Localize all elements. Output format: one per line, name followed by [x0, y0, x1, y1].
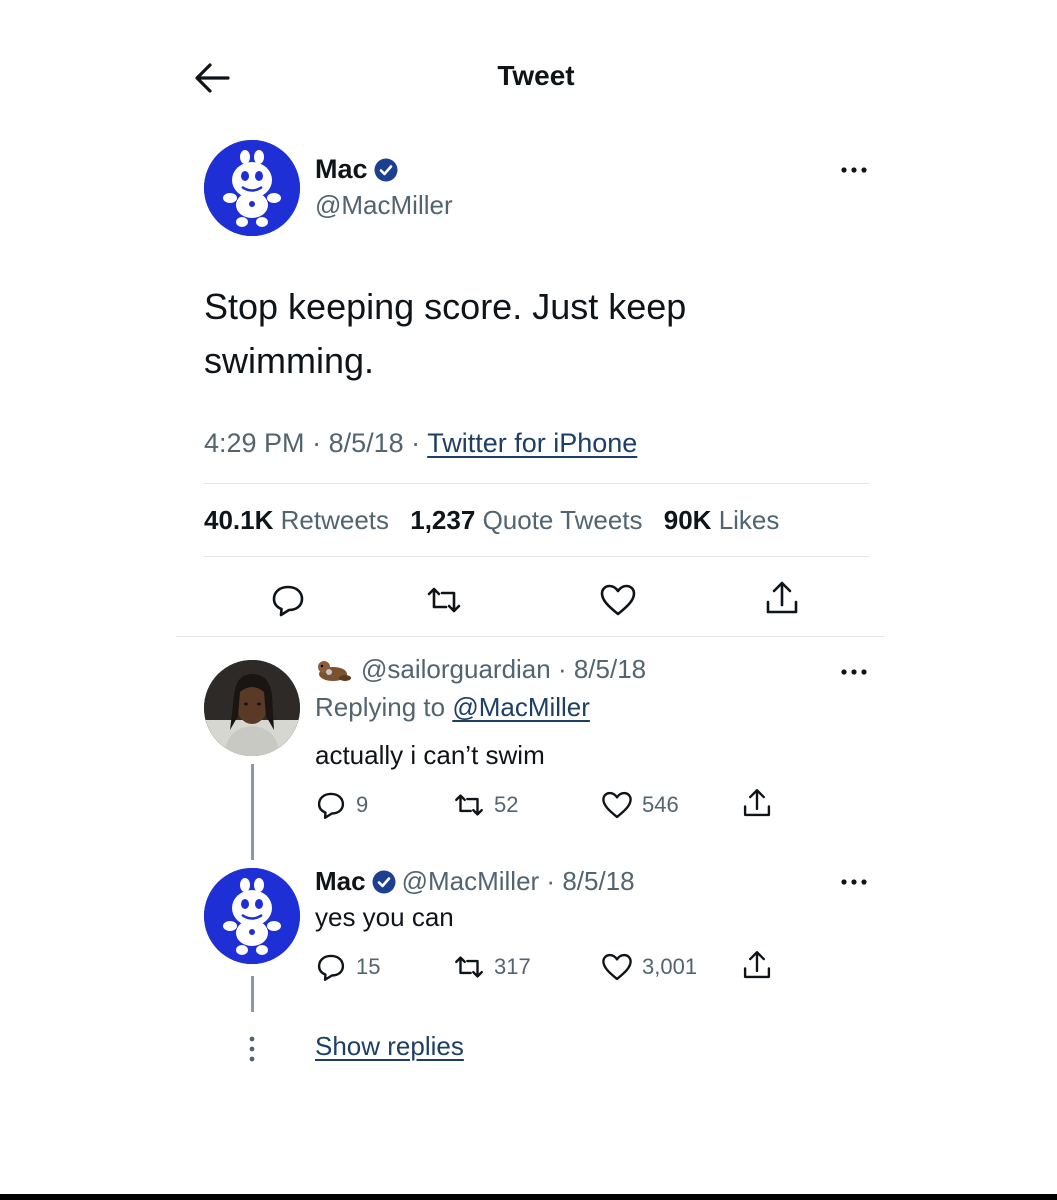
tweet-timestamp: 4:29 PM · 8/5/18 · Twitter for iPhone	[204, 428, 638, 458]
page-title: Tweet	[497, 60, 575, 91]
thread-more-dots-icon	[249, 1036, 255, 1062]
mascot-logo-icon	[204, 868, 300, 964]
verified-badge-icon	[372, 870, 396, 893]
retweet-count: 52	[494, 792, 519, 817]
reply-button[interactable]: 15	[314, 950, 380, 984]
share-icon[interactable]	[762, 578, 802, 618]
like-heart-icon	[602, 791, 632, 819]
replying-to-link[interactable]: @MacMiller	[452, 692, 590, 722]
reply-icon[interactable]	[268, 580, 308, 620]
mascot-logo-icon	[204, 140, 300, 236]
retweet-icon[interactable]	[424, 580, 464, 620]
bottom-border	[0, 1194, 1057, 1200]
more-options-icon[interactable]	[836, 158, 872, 182]
reply-header: Mac @MacMiller · 8/5/18	[315, 866, 635, 897]
replying-to: Replying to @MacMiller	[315, 692, 590, 723]
replying-to-prefix: Replying to	[315, 692, 446, 722]
tweet-date: 8/5/18	[328, 428, 404, 458]
reply-author-handle[interactable]: @sailorguardian	[361, 654, 551, 685]
reply-icon	[317, 792, 345, 819]
more-options-icon[interactable]	[836, 660, 872, 684]
share-button[interactable]	[740, 786, 782, 820]
divider	[204, 483, 870, 484]
retweet-icon	[455, 794, 483, 816]
like-count: 546	[642, 792, 679, 817]
share-button[interactable]	[740, 948, 782, 982]
user-photo-icon	[204, 660, 300, 756]
reply-date[interactable]: 8/5/18	[562, 866, 634, 897]
like-count: 3,001	[642, 954, 698, 979]
divider	[176, 636, 884, 637]
share-icon	[743, 951, 771, 979]
author-name-text: Mac	[315, 154, 368, 184]
reply-author-handle[interactable]: @MacMiller	[402, 866, 540, 897]
share-icon	[743, 789, 771, 817]
likes-stat[interactable]: 90K Likes	[664, 505, 794, 535]
avatar[interactable]	[204, 140, 300, 236]
author-name[interactable]: Mac	[315, 154, 398, 185]
reply-icon	[317, 954, 345, 981]
retweet-button[interactable]: 52	[452, 788, 518, 822]
reply-count: 9	[356, 792, 369, 817]
reply-button[interactable]: 9	[314, 788, 368, 822]
tweet-text: Stop keeping score. Just keep swimming.	[204, 286, 687, 381]
show-replies-link[interactable]: Show replies	[315, 1031, 464, 1062]
author-handle[interactable]: @MacMiller	[315, 190, 453, 221]
reply-text: yes you can	[315, 902, 454, 932]
divider	[204, 556, 870, 557]
more-options-icon[interactable]	[836, 870, 872, 894]
quote-tweets-stat[interactable]: 1,237 Quote Tweets	[410, 505, 656, 535]
like-heart-icon[interactable]	[598, 580, 638, 620]
retweets-stat[interactable]: 40.1K Retweets	[204, 505, 403, 535]
reply-text: actually i can’t swim	[315, 740, 545, 770]
reply-count: 15	[356, 954, 381, 979]
thread-line	[251, 764, 254, 860]
tweet-source-link[interactable]: Twitter for iPhone	[427, 428, 637, 458]
like-button[interactable]: 546	[600, 788, 679, 822]
reply-date[interactable]: 8/5/18	[574, 654, 646, 685]
retweet-button[interactable]: 317	[452, 950, 531, 984]
avatar[interactable]	[204, 660, 300, 756]
retweet-icon	[455, 956, 483, 978]
verified-badge-icon	[374, 158, 398, 181]
reply-author-name[interactable]: Mac	[315, 866, 366, 897]
thread-line	[251, 976, 254, 1012]
retweet-count: 317	[494, 954, 531, 979]
tweet-time: 4:29 PM	[204, 428, 305, 458]
like-button[interactable]: 3,001	[600, 950, 697, 984]
otter-emoji-icon	[318, 660, 351, 681]
tweet-stats: 40.1K Retweets 1,237 Quote Tweets 90K Li…	[204, 505, 793, 536]
avatar[interactable]	[204, 868, 300, 964]
reply-header: @sailorguardian · 8/5/18	[315, 654, 646, 685]
like-heart-icon	[602, 953, 632, 981]
